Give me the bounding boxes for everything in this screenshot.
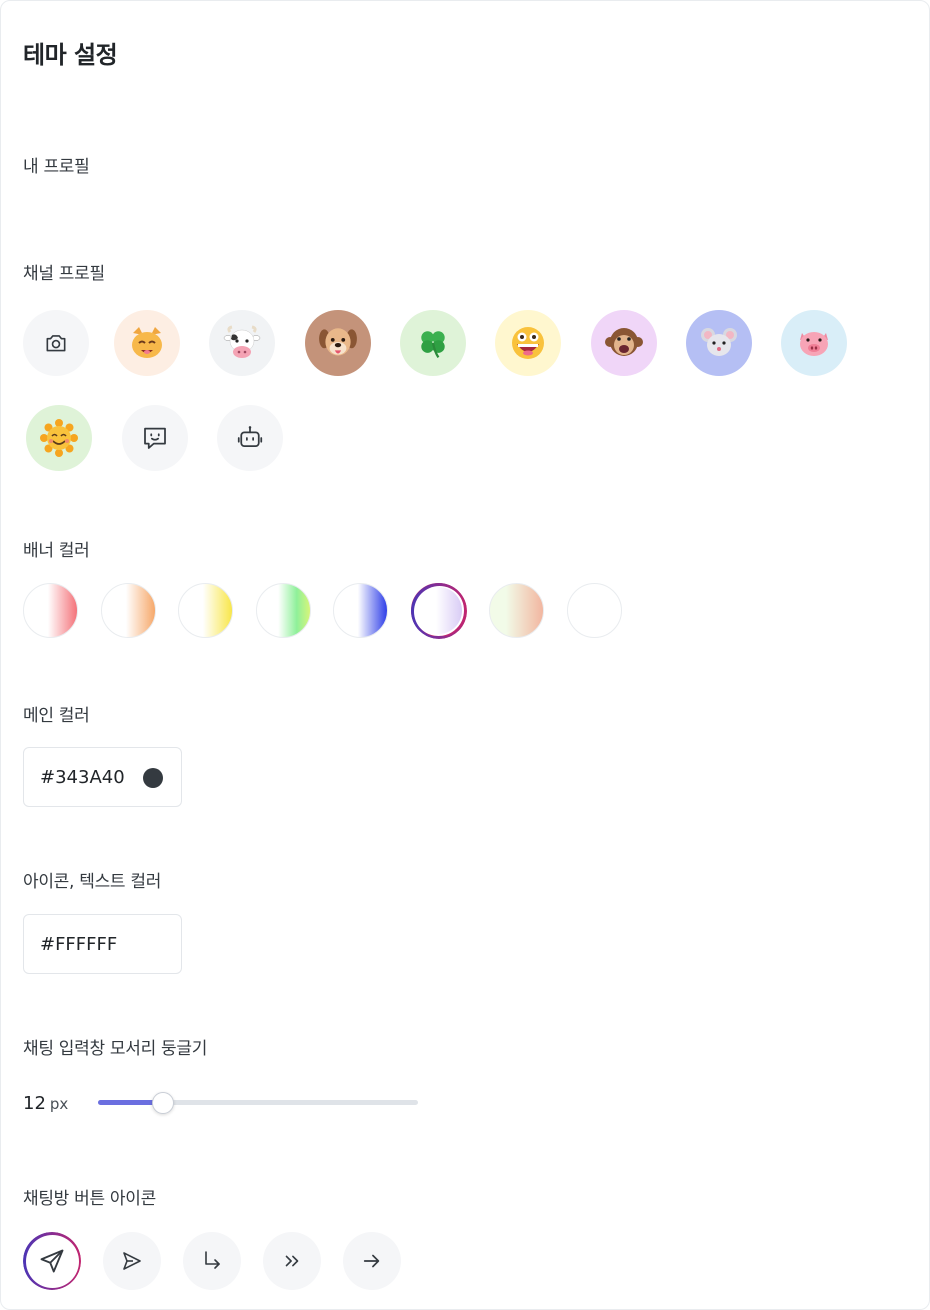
banner-color-label: 배너 컬러 xyxy=(23,541,90,561)
double-chevron-icon xyxy=(285,1255,299,1267)
robot-icon xyxy=(237,426,263,447)
banner-swatch-white[interactable] xyxy=(567,583,622,638)
grinning-face-emoji-icon xyxy=(512,327,544,359)
profile-option-dog[interactable] xyxy=(305,310,371,376)
icon-text-color-label: 아이콘, 텍스트 컬러 xyxy=(23,872,162,892)
chat-button-option-double-chevron[interactable] xyxy=(263,1232,321,1290)
icon-text-color-value: #FFFFFF xyxy=(40,933,118,955)
cow-emoji-icon xyxy=(223,325,261,358)
banner-swatch-orange[interactable] xyxy=(101,583,156,638)
profile-option-cat[interactable] xyxy=(114,310,180,376)
profile-option-grinning-face[interactable] xyxy=(495,310,561,376)
radius-value: 12 xyxy=(23,1093,46,1114)
chat-button-option-send-triangle[interactable] xyxy=(103,1232,161,1290)
radius-unit: px xyxy=(49,1095,69,1113)
main-color-value: #343A40 xyxy=(40,766,125,788)
banner-swatch-lavender[interactable] xyxy=(411,583,466,638)
banner-swatch-peach-green[interactable] xyxy=(489,583,544,638)
monkey-emoji-icon xyxy=(605,328,643,356)
my-profile-label: 내 프로필 xyxy=(23,157,90,177)
banner-swatch-red[interactable] xyxy=(23,583,78,638)
mouse-emoji-icon xyxy=(701,328,737,356)
chat-button-option-arrow-right[interactable] xyxy=(343,1232,401,1290)
radius-slider[interactable] xyxy=(98,1092,418,1114)
chat-bubble-icon xyxy=(144,427,166,449)
channel-profile-label: 채널 프로필 xyxy=(23,264,105,284)
cat-emoji-icon xyxy=(132,327,162,358)
main-color-label: 메인 컬러 xyxy=(23,706,90,726)
profile-option-pig[interactable] xyxy=(781,310,847,376)
radius-readout: 12 px xyxy=(23,1093,68,1114)
chat-button-icon-label: 채팅방 버튼 아이콘 xyxy=(23,1189,156,1209)
paper-plane-icon xyxy=(40,1249,64,1273)
profile-option-chat-bubble[interactable] xyxy=(122,405,188,471)
radius-slider-thumb[interactable] xyxy=(152,1092,174,1114)
profile-option-mouse[interactable] xyxy=(686,310,752,376)
main-color-input[interactable]: #343A40 xyxy=(23,747,182,807)
page-title: 테마 설정 xyxy=(23,41,118,69)
icon-text-color-input[interactable]: #FFFFFF xyxy=(23,914,182,974)
chat-button-option-return-arrow[interactable] xyxy=(183,1232,241,1290)
profile-option-cow[interactable] xyxy=(209,310,275,376)
banner-swatch-green[interactable] xyxy=(256,583,311,638)
theme-settings-panel: 테마 설정 내 프로필 채널 프로필 배너 컬러 메인 컬러 #343A40 아… xyxy=(0,0,930,1310)
input-radius-label: 채팅 입력창 모서리 둥글기 xyxy=(23,1039,208,1059)
send-triangle-icon xyxy=(123,1252,141,1270)
profile-option-clover[interactable] xyxy=(400,310,466,376)
return-arrow-icon xyxy=(205,1251,220,1269)
sun-face-emoji-icon xyxy=(40,419,78,457)
clover-emoji-icon xyxy=(421,331,445,359)
pig-emoji-icon xyxy=(800,332,828,356)
banner-swatch-yellow[interactable] xyxy=(178,583,233,638)
main-color-preview-dot xyxy=(143,768,163,788)
profile-option-sun-face[interactable] xyxy=(26,405,92,471)
profile-option-monkey[interactable] xyxy=(591,310,657,376)
chat-button-option-paper-plane[interactable] xyxy=(23,1232,81,1290)
camera-icon xyxy=(46,335,66,352)
profile-option-camera[interactable] xyxy=(23,310,89,376)
dog-emoji-icon xyxy=(319,328,357,356)
profile-option-robot[interactable] xyxy=(217,405,283,471)
arrow-right-icon xyxy=(363,1254,380,1268)
banner-swatch-blue[interactable] xyxy=(333,583,388,638)
